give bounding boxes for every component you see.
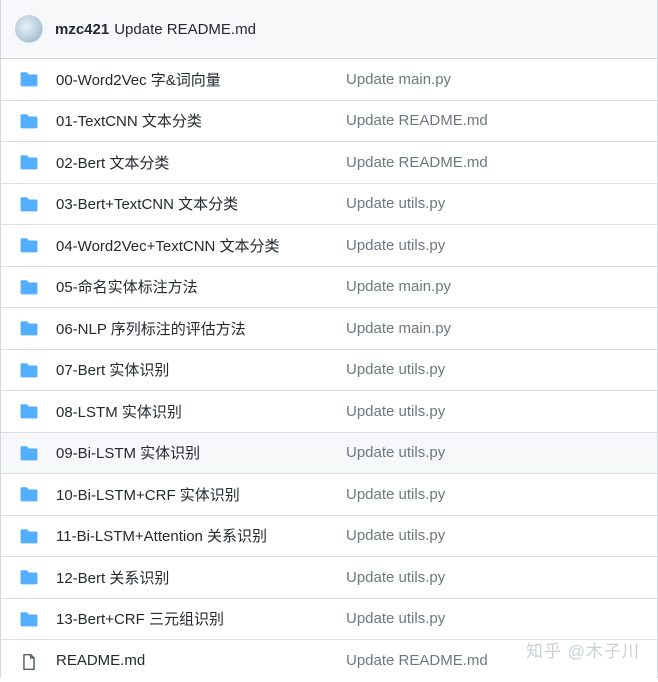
folder-row[interactable]: 02-Bert 文本分类 Update README.md xyxy=(1,142,657,184)
file-list: 00-Word2Vec 字&词向量 Update main.py 01-TextCN… xyxy=(1,59,657,682)
folder-name-link[interactable]: 09-Bi-LSTM 实体识别 xyxy=(56,442,346,463)
latest-commit-bar: mzc421 Update README.md xyxy=(1,0,657,59)
folder-name-link[interactable]: 08-LSTM 实体识别 xyxy=(56,401,346,422)
folder-row[interactable]: 09-Bi-LSTM 实体识别 Update utils.py xyxy=(1,432,657,474)
folder-row[interactable]: 03-Bert+TextCNN 文本分类 Update utils.py xyxy=(1,184,657,225)
folder-row[interactable]: 04-Word2Vec+TextCNN 文本分类 Update utils.py xyxy=(1,225,657,267)
folder-icon xyxy=(20,611,38,627)
folder-icon xyxy=(20,445,38,461)
commit-message-link[interactable]: Update utils.py xyxy=(346,527,445,544)
folder-icon xyxy=(20,279,38,295)
folder-row[interactable]: 11-Bi-LSTM+Attention 关系识别 Update utils.py xyxy=(1,516,657,557)
folder-icon xyxy=(20,113,38,129)
folder-row[interactable]: 07-Bert 实体识别 Update utils.py xyxy=(1,350,657,391)
folder-icon xyxy=(20,71,38,87)
folder-name-link[interactable]: 02-Bert 文本分类 xyxy=(56,152,346,173)
commit-message-link[interactable]: Update README.md xyxy=(346,112,488,129)
file-icon xyxy=(20,653,38,670)
commit-message-link[interactable]: Update main.py xyxy=(346,71,451,88)
folder-name-link[interactable]: 03-Bert+TextCNN 文本分类 xyxy=(56,193,346,214)
commit-message-link[interactable]: Update utils.py xyxy=(346,361,445,378)
commit-message-link[interactable]: Update utils.py xyxy=(346,403,445,420)
commit-message-link[interactable]: Update utils.py xyxy=(346,444,445,461)
commit-message-link[interactable]: Update main.py xyxy=(346,278,451,295)
folder-row[interactable]: 06-NLP 序列标注的评估方法 Update main.py xyxy=(1,308,657,350)
folder-name-link[interactable]: 12-Bert 关系识别 xyxy=(56,567,346,588)
commit-message-link[interactable]: Update utils.py xyxy=(346,569,445,586)
author-avatar[interactable] xyxy=(15,15,43,43)
folder-name-link[interactable]: 05-命名实体标注方法 xyxy=(56,276,346,297)
commit-message-link[interactable]: Update utils.py xyxy=(346,486,445,503)
commit-message-link[interactable]: Update utils.py xyxy=(346,195,445,212)
folder-icon xyxy=(20,403,38,419)
commit-message-link[interactable]: Update utils.py xyxy=(346,610,445,627)
folder-icon xyxy=(20,528,38,544)
folder-icon xyxy=(20,320,38,336)
folder-icon xyxy=(20,154,38,170)
commit-message[interactable]: Update README.md xyxy=(114,21,256,38)
commit-message-link[interactable]: Update utils.py xyxy=(346,237,445,254)
folder-row[interactable]: 13-Bert+CRF 三元组识别 Update utils.py xyxy=(1,599,657,640)
folder-name-link[interactable]: 01-TextCNN 文本分类 xyxy=(56,110,346,131)
folder-icon xyxy=(20,237,38,253)
folder-name-link[interactable]: 04-Word2Vec+TextCNN 文本分类 xyxy=(56,235,346,256)
folder-name-link[interactable]: 11-Bi-LSTM+Attention 关系识别 xyxy=(56,525,346,546)
folder-icon xyxy=(20,196,38,212)
folder-row[interactable]: 08-LSTM 实体识别 Update utils.py xyxy=(1,391,657,433)
folder-name-link[interactable]: 07-Bert 实体识别 xyxy=(56,359,346,380)
folder-row[interactable]: 05-命名实体标注方法 Update main.py xyxy=(1,267,657,308)
commit-author[interactable]: mzc421 xyxy=(55,21,109,38)
folder-name-link[interactable]: 13-Bert+CRF 三元组识别 xyxy=(56,608,346,629)
file-name-link[interactable]: README.md xyxy=(56,652,346,669)
file-browser: mzc421 Update README.md 00-Word2Vec 字&词向… xyxy=(0,0,658,678)
folder-icon xyxy=(20,362,38,378)
folder-row[interactable]: 12-Bert 关系识别 Update utils.py xyxy=(1,557,657,599)
folder-icon xyxy=(20,569,38,585)
folder-row[interactable]: 01-TextCNN 文本分类 Update README.md xyxy=(1,101,657,142)
folder-name-link[interactable]: 06-NLP 序列标注的评估方法 xyxy=(56,318,346,339)
commit-message-link[interactable]: Update README.md xyxy=(346,154,488,171)
commit-message-link[interactable]: Update README.md xyxy=(346,652,488,669)
commit-message-link[interactable]: Update main.py xyxy=(346,320,451,337)
folder-name-link[interactable]: 10-Bi-LSTM+CRF 实体识别 xyxy=(56,484,346,505)
watermark: 知乎 @木子川 xyxy=(526,642,640,661)
folder-name-link[interactable]: 00-Word2Vec 字&词向量 xyxy=(56,69,346,90)
folder-icon xyxy=(20,486,38,502)
folder-row[interactable]: 00-Word2Vec 字&词向量 Update main.py xyxy=(1,59,657,101)
folder-row[interactable]: 10-Bi-LSTM+CRF 实体识别 Update utils.py xyxy=(1,474,657,516)
